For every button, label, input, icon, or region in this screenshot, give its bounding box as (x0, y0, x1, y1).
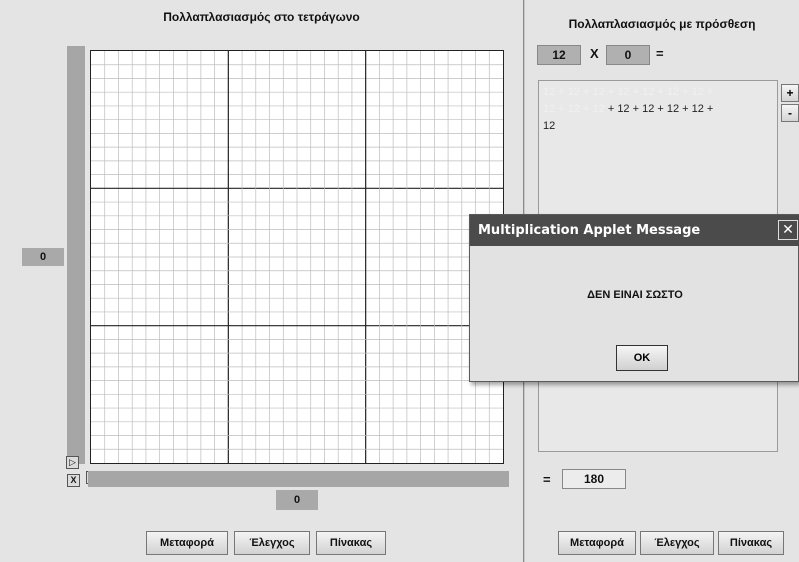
horizontal-value-display: 0 (276, 490, 318, 510)
right-table-button[interactable]: Πίνακας (718, 531, 784, 555)
horizontal-slider-track[interactable] (88, 471, 509, 487)
result-equals-sign: = (543, 472, 551, 487)
corner-x-label: X (67, 474, 80, 487)
minus-button[interactable]: - (781, 104, 799, 122)
dialog-message: ΔΕΝ ΕΙΝΑΙ ΣΩΣΤΟ (587, 289, 683, 301)
vertical-slider-thumb[interactable]: ▷ (66, 456, 79, 469)
equals-sign: = (656, 46, 664, 61)
sum-last-line: 12 (543, 120, 556, 132)
multiplier-field[interactable]: 0 (606, 45, 650, 65)
plus-button[interactable]: + (781, 84, 799, 102)
sum-faded-part: 12 + 12 + 12 (543, 103, 605, 115)
left-check-button[interactable]: Έλεγχος (234, 531, 310, 555)
grid-lines (91, 51, 503, 463)
ok-button[interactable]: OK (616, 345, 668, 371)
vertical-slider-track[interactable] (67, 46, 85, 464)
result-field: 180 (562, 469, 626, 489)
times-sign: X (590, 46, 599, 61)
vertical-value-display: 0 (22, 248, 64, 266)
grid-panel-title: Πολλαπλασιασμός στο τετράγωνο (163, 10, 360, 24)
sum-mixed-line: 12 + 12 + 12 + 12 + 12 + 12 + 12 + (543, 101, 775, 118)
close-icon[interactable]: ✕ (778, 220, 798, 240)
multiplication-grid[interactable] (90, 50, 504, 464)
right-check-button[interactable]: Έλεγχος (640, 531, 714, 555)
dialog-title: Multiplication Applet Message (478, 223, 701, 238)
left-transfer-button[interactable]: Μεταφορά (146, 531, 228, 555)
sum-dark-part: + 12 + 12 + 12 + 12 + (604, 103, 714, 115)
message-dialog: Multiplication Applet Message ✕ ΔΕΝ ΕΙΝΑ… (469, 214, 799, 382)
addition-expression: 12 + 12 + 12 + 12 + 12 + 12 + 12 + 12 + … (543, 84, 775, 135)
multiplicand-field: 12 (537, 45, 581, 65)
left-table-button[interactable]: Πίνακας (316, 531, 386, 555)
right-transfer-button[interactable]: Μεταφορά (558, 531, 636, 555)
sum-faded-line: 12 + 12 + 12 + 12 + 12 + 12 + 12 + (543, 86, 714, 98)
addition-panel-title: Πολλαπλασιασμός με πρόσθεση (568, 17, 756, 31)
